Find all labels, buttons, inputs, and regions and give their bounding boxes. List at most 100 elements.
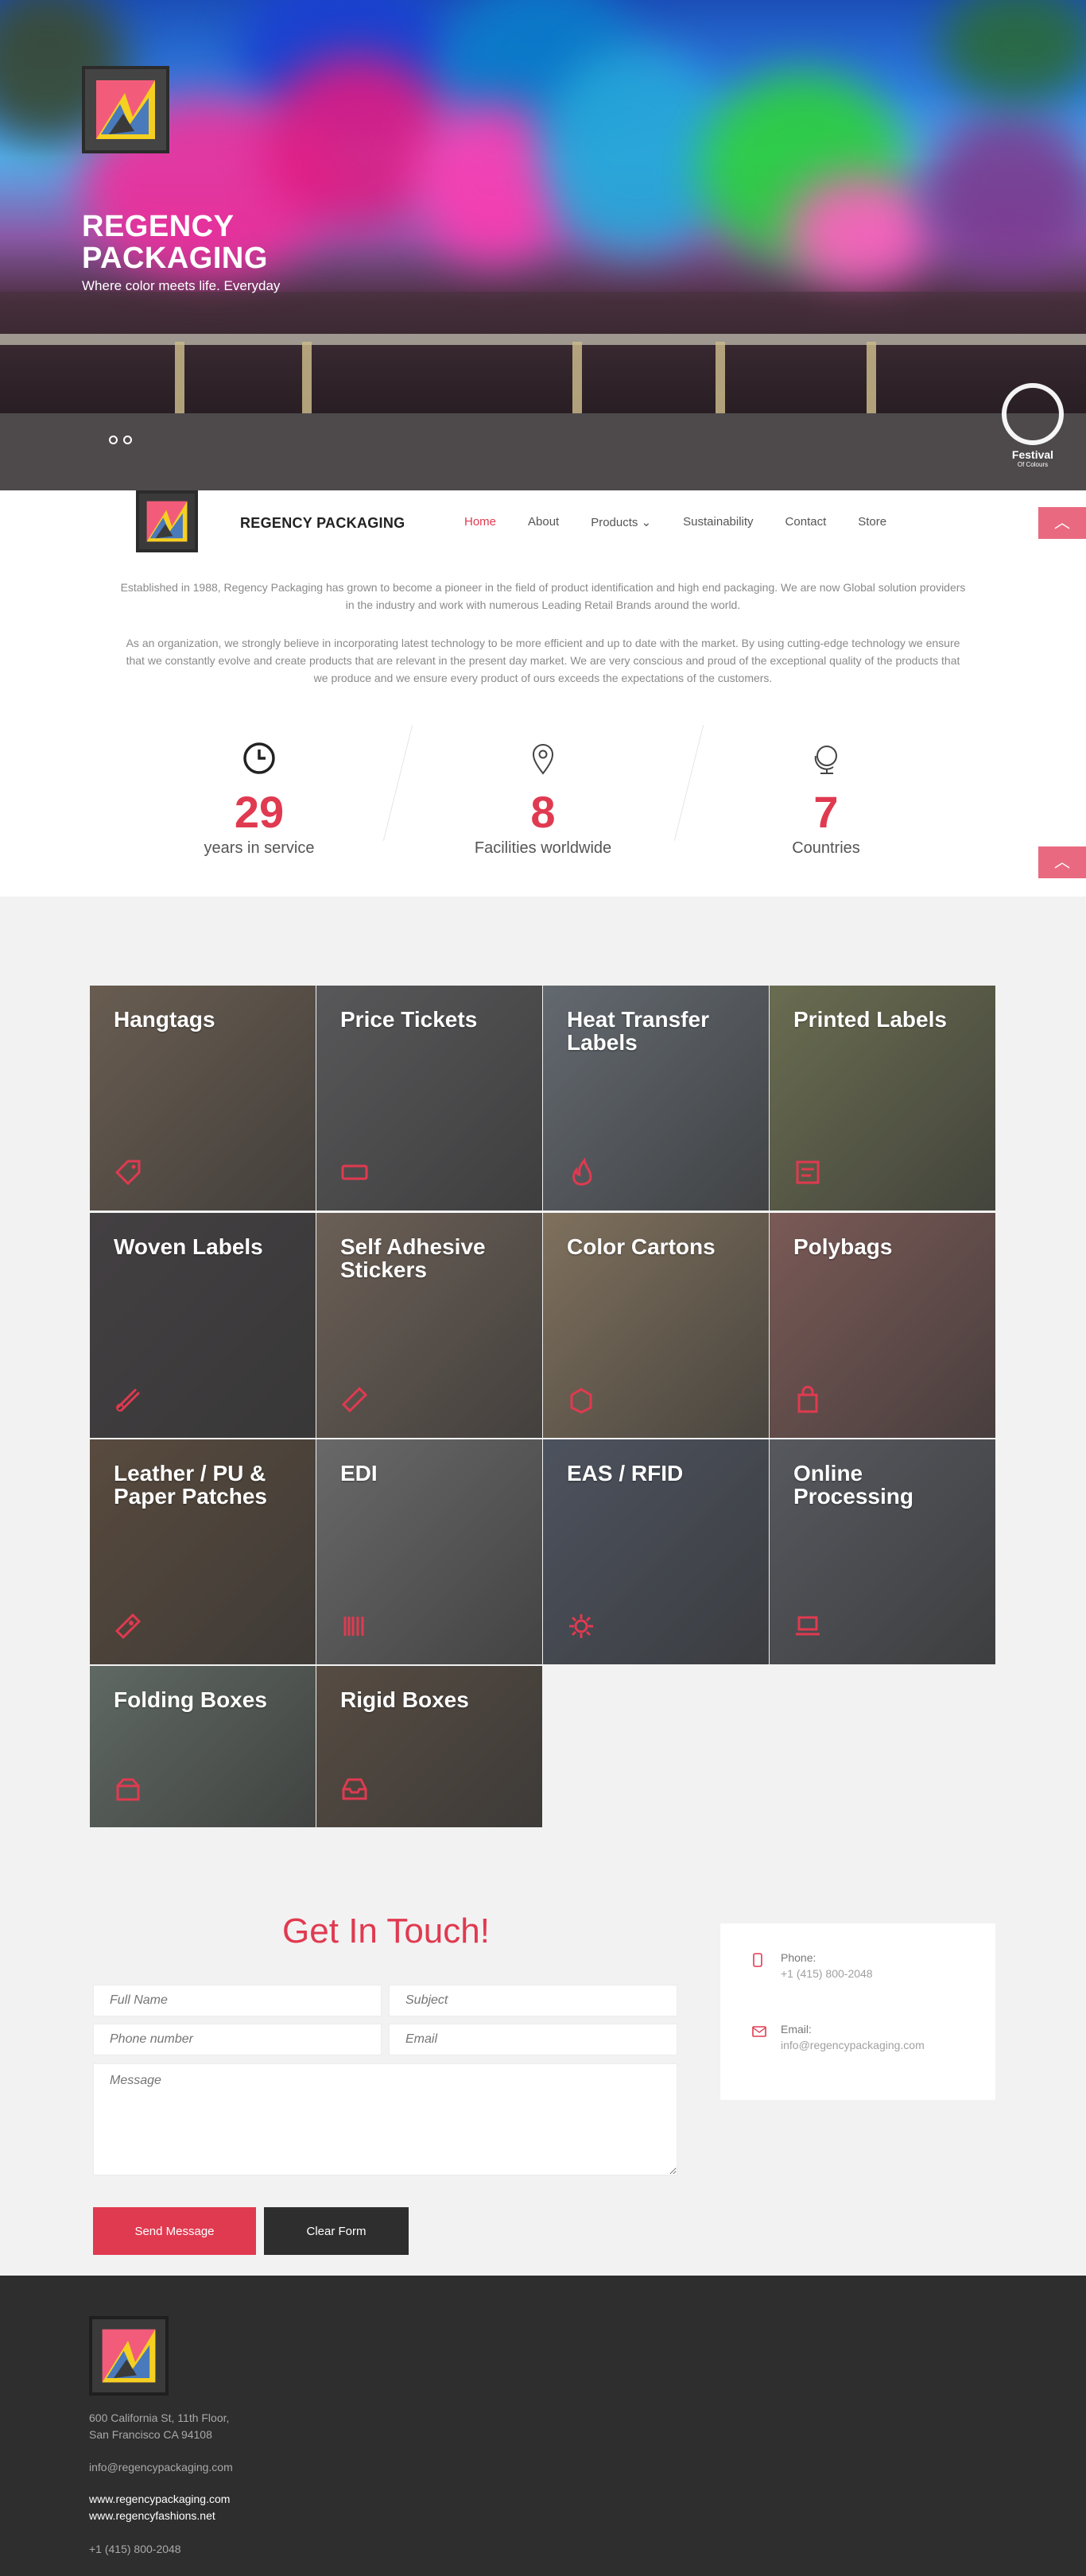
nav-home[interactable]: Home <box>464 515 496 529</box>
product-title: Hangtags <box>114 1007 215 1032</box>
stat-facilities: 8 Facilities worldwide <box>424 742 662 858</box>
laptop-icon <box>796 1616 820 1636</box>
clear-form-button[interactable]: Clear Form <box>264 2207 409 2255</box>
footer-phone[interactable]: +1 (415) 800-2048 <box>89 2541 181 2558</box>
gear-icon <box>569 1614 593 1638</box>
product-tile[interactable]: Woven Labels <box>90 1213 316 1438</box>
nav-about[interactable]: About <box>528 515 559 529</box>
bag-icon <box>797 1385 818 1413</box>
phone-label: Phone: <box>781 1951 816 1964</box>
product-tile[interactable]: Folding Boxes <box>90 1666 316 1827</box>
message-textarea[interactable] <box>93 2063 677 2175</box>
regency-logo-mark <box>102 2329 156 2383</box>
product-tile[interactable]: EDI <box>316 1439 542 1664</box>
stat-label: Facilities worldwide <box>474 839 612 857</box>
footer-email[interactable]: info@regencypackaging.com <box>89 2459 233 2476</box>
product-tile[interactable]: Hangtags <box>90 986 316 1211</box>
festival-badge: Festival Of Colours <box>998 383 1068 478</box>
stat-value: 7 <box>813 787 839 837</box>
full-name-input[interactable] <box>93 1985 382 2016</box>
main-menu: Home About Products ⌄ Sustainability Con… <box>464 515 886 529</box>
slider-dot-1[interactable] <box>109 436 118 444</box>
slider-dots <box>109 436 132 444</box>
envelope-icon <box>752 2026 766 2037</box>
footer-address-line-2: San Francisco CA 94108 <box>89 2428 212 2441</box>
label-icon <box>796 1160 820 1184</box>
chevron-up-icon: ︿ <box>1054 854 1070 871</box>
sticker-icon <box>341 1386 368 1413</box>
tray-icon <box>342 1778 367 1800</box>
product-tile[interactable]: EAS / RFID <box>543 1439 769 1664</box>
scroll-up-button[interactable]: ︿ <box>1038 507 1086 539</box>
festival-title: Festival <box>1011 448 1054 461</box>
product-tile[interactable]: Printed Labels <box>770 986 995 1211</box>
festival-logo-icon <box>1002 383 1064 445</box>
stat-years: 29 years in service <box>140 742 378 858</box>
phone-input[interactable] <box>93 2024 382 2055</box>
nav-contact[interactable]: Contact <box>785 515 827 529</box>
footer-site-1[interactable]: www.regencypackaging.com <box>89 2491 230 2508</box>
product-tile[interactable]: Color Cartons <box>543 1213 769 1438</box>
product-tile[interactable]: Leather / PU & Paper Patches <box>90 1439 316 1664</box>
product-title: Heat Transfer Labels <box>567 1007 709 1055</box>
footer-address-line-1: 600 California St, 11th Floor, <box>89 2411 230 2424</box>
product-title: Rigid Boxes <box>340 1687 469 1712</box>
tag-icon <box>114 1160 141 1186</box>
product-tile[interactable]: Online Processing <box>770 1439 995 1664</box>
subject-input[interactable] <box>389 1985 677 2016</box>
stat-divider <box>382 725 413 841</box>
email-input[interactable] <box>389 2024 677 2055</box>
globe-icon <box>814 746 837 774</box>
slider-dot-2[interactable] <box>123 436 132 444</box>
product-title: Polybags <box>793 1234 893 1259</box>
thread-icon <box>116 1388 141 1412</box>
nav-logo[interactable] <box>136 490 198 552</box>
contact-heading: Get In Touch! <box>282 1912 490 1950</box>
brand-name: REGENCY PACKAGING <box>240 515 405 531</box>
regency-logo-mark <box>96 80 155 139</box>
product-tile[interactable]: Rigid Boxes <box>316 1666 542 1827</box>
festival-subtitle: Of Colours <box>1017 461 1049 468</box>
product-title: Printed Labels <box>793 1007 947 1032</box>
hero-subtitle: Where color meets life. Everyday <box>82 278 281 293</box>
stat-label: Countries <box>792 839 860 857</box>
product-title: EDI <box>340 1461 378 1486</box>
contact-phone: Phone: +1 (415) 800-2048 <box>752 1951 873 1980</box>
send-message-button[interactable]: Send Message <box>93 2207 256 2255</box>
hero-logo <box>82 66 169 153</box>
product-tile[interactable]: Price Tickets <box>316 986 542 1211</box>
nav-sustainability[interactable]: Sustainability <box>683 515 753 529</box>
location-pin-icon <box>532 744 554 775</box>
product-title: EAS / RFID <box>567 1461 684 1486</box>
fire-icon <box>572 1158 592 1186</box>
product-title: Folding Boxes <box>114 1687 267 1712</box>
stat-value: 8 <box>530 787 556 837</box>
stat-value: 29 <box>234 787 285 837</box>
email-value[interactable]: info@regencypackaging.com <box>781 2039 925 2051</box>
scroll-up-button[interactable]: ︿ <box>1038 846 1086 878</box>
clock-icon <box>243 742 275 774</box>
product-title: Leather / PU & Paper Patches <box>114 1461 267 1509</box>
chevron-up-icon: ︿ <box>1054 514 1070 532</box>
product-title: Online Processing <box>793 1461 913 1509</box>
product-tile[interactable]: Polybags <box>770 1213 995 1438</box>
barcode-icon <box>343 1617 364 1636</box>
product-tile[interactable]: Heat Transfer Labels <box>543 986 769 1211</box>
product-tile[interactable]: Self Adhesive Stickers <box>316 1213 542 1438</box>
about-paragraph-1: Established in 1988, Regency Packaging h… <box>120 581 966 611</box>
phone-value[interactable]: +1 (415) 800-2048 <box>781 1967 873 1980</box>
nav-store[interactable]: Store <box>858 515 886 529</box>
box-icon <box>570 1388 592 1414</box>
footer-site-2[interactable]: www.regencyfashions.net <box>89 2508 215 2524</box>
nav-products[interactable]: Products ⌄ <box>591 515 651 529</box>
hero-title: REGENCY PACKAGING <box>82 210 268 275</box>
product-title: Woven Labels <box>114 1234 263 1259</box>
product-title: Self Adhesive Stickers <box>340 1234 486 1282</box>
product-title: Color Cartons <box>567 1234 716 1259</box>
ticket-icon <box>341 1164 368 1180</box>
about-paragraph-2: As an organization, we strongly believe … <box>126 637 960 684</box>
box-open-icon <box>116 1778 140 1801</box>
footer-logo <box>89 2316 169 2396</box>
contact-email: Email: info@regencypackaging.com <box>752 2023 925 2051</box>
stat-label: years in service <box>204 839 315 857</box>
